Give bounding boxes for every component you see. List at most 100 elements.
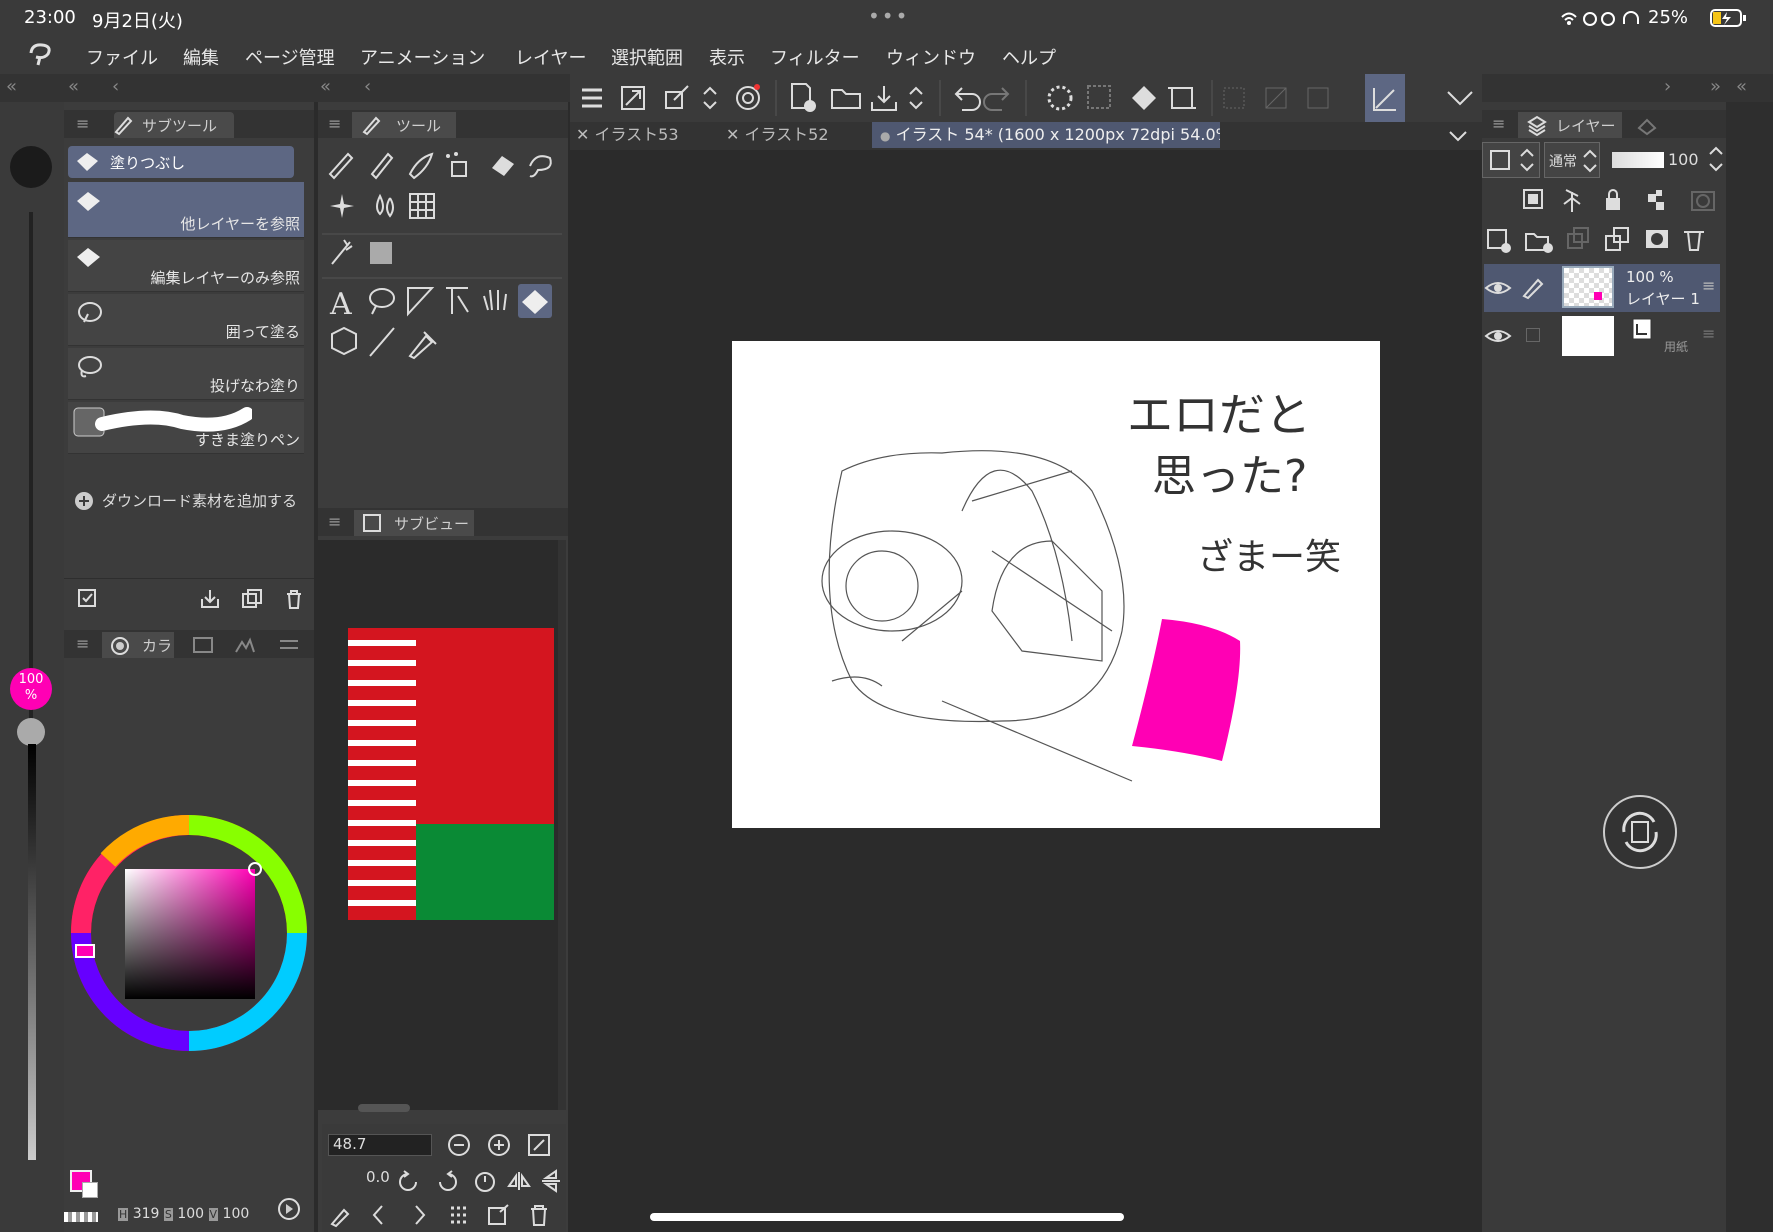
multitask-dots-icon[interactable]: •••: [868, 4, 909, 28]
brush-size-slider[interactable]: [29, 212, 33, 742]
rotate-left-icon[interactable]: [396, 1168, 422, 1194]
chevron-right-icon[interactable]: ›: [1664, 76, 1671, 97]
canvas-text-3: ざまー笑: [1197, 537, 1341, 578]
tabs-dropdown-icon[interactable]: [1446, 126, 1470, 146]
collapse-right-icon[interactable]: »: [1710, 76, 1721, 97]
rotate-right-icon[interactable]: [434, 1168, 460, 1194]
reset-rotation-icon[interactable]: [472, 1168, 498, 1194]
color-set-tab-icon[interactable]: [192, 636, 214, 654]
layer-menu-icon[interactable]: ≡: [1702, 276, 1715, 295]
eye-icon[interactable]: [1482, 272, 1514, 304]
chevron-left-icon[interactable]: ‹: [364, 76, 371, 97]
copy-layer-icon: [1605, 227, 1629, 251]
panel-menu-icon[interactable]: ≡: [1492, 114, 1505, 133]
zoom-out-icon[interactable]: [446, 1132, 472, 1158]
menu-page[interactable]: ページ管理: [245, 44, 335, 70]
layer-row-1[interactable]: 100 % レイヤー 1 ≡: [1484, 264, 1720, 312]
headphones-icon: [1623, 11, 1639, 24]
hsv-v-value: 100: [222, 1206, 250, 1222]
eyedropper-icon[interactable]: [328, 1202, 354, 1228]
close-tab-icon[interactable]: ✕: [726, 125, 739, 144]
subtool-group[interactable]: 塗りつぶし: [68, 146, 294, 178]
panel-menu-icon[interactable]: ≡: [76, 114, 89, 133]
flip-horizontal-icon[interactable]: [506, 1168, 532, 1194]
subview-hscrollbar[interactable]: [358, 1104, 410, 1112]
opacity-stepper-icon[interactable]: [1708, 144, 1724, 174]
sub-color-swatch[interactable]: [82, 1182, 98, 1198]
fit-view-icon[interactable]: [526, 1132, 552, 1158]
subtool-item-gap-pen[interactable]: すきま塗りペン: [68, 402, 304, 454]
collapse-left-icon[interactable]: «: [1736, 76, 1747, 97]
subtool-item-enclose[interactable]: 囲って塗る: [68, 294, 304, 346]
blend-mode-label: 通常: [1549, 154, 1577, 170]
app-logo-icon[interactable]: [26, 41, 56, 69]
doc-tab-52[interactable]: ✕ イラスト52: [726, 122, 866, 148]
duplicate-icon[interactable]: [240, 587, 264, 611]
zoom-in-icon[interactable]: [486, 1132, 512, 1158]
grid-view-icon[interactable]: [446, 1202, 472, 1228]
flip-vertical-icon[interactable]: [538, 1168, 564, 1194]
layer-property-tab-icon[interactable]: [1636, 116, 1658, 136]
redo-icon: [983, 87, 1010, 111]
layer-color-mode[interactable]: [1482, 142, 1540, 178]
layer-menu-icon[interactable]: ≡: [1702, 324, 1715, 343]
menu-file[interactable]: ファイル: [86, 44, 158, 70]
opacity-slider[interactable]: [28, 744, 36, 1160]
subtool-settings-icon[interactable]: [76, 587, 100, 611]
close-tab-icon[interactable]: ✕: [576, 125, 589, 144]
import-icon[interactable]: [198, 587, 222, 611]
subview-zoom-field[interactable]: 48.7: [328, 1134, 432, 1156]
opacity-slider-knob[interactable]: [17, 718, 45, 746]
panel-menu-icon[interactable]: ≡: [76, 634, 89, 653]
add-material-button[interactable]: ダウンロード素材を追加する: [74, 488, 310, 512]
trash-icon[interactable]: [526, 1202, 552, 1228]
canvas-paper[interactable]: エロだと 思った? ざまー笑: [732, 341, 1380, 828]
panel-menu-icon[interactable]: ≡: [328, 512, 341, 531]
transparent-color-swatch[interactable]: [64, 1212, 98, 1222]
menu-layer[interactable]: レイヤー: [515, 44, 586, 70]
menu-help[interactable]: ヘルプ: [1002, 44, 1056, 70]
menu-window[interactable]: ウィンドウ: [886, 44, 976, 70]
menu-animation[interactable]: アニメーション: [360, 44, 485, 70]
panel-menu-icon[interactable]: ≡: [328, 114, 341, 133]
trash-icon[interactable]: [282, 587, 306, 611]
menu-selection[interactable]: 選択範囲: [611, 44, 683, 70]
chevron-left-icon[interactable]: ‹: [112, 76, 119, 97]
collapse-left-icon[interactable]: «: [6, 76, 17, 97]
subtool-item-lasso[interactable]: 投げなわ塗り: [68, 348, 304, 400]
home-indicator[interactable]: [650, 1213, 1124, 1221]
collapse-left-icon[interactable]: «: [68, 76, 79, 97]
prev-image-icon[interactable]: [366, 1202, 392, 1228]
subtool-tab[interactable]: サブツール: [142, 115, 217, 136]
intermediate-color-tab-icon[interactable]: [234, 636, 256, 654]
menu-edit[interactable]: 編集: [183, 44, 219, 70]
lock-icon: [1606, 189, 1620, 210]
subtool-item-refer-other[interactable]: 他レイヤーを参照: [68, 182, 304, 238]
subview-scrollbar[interactable]: [558, 540, 566, 1110]
doc-tab-54-active[interactable]: ● イラスト 54* (1600 x 1200px 72dpi 54.0%): [872, 122, 1220, 148]
rotation-lock-button-icon[interactable]: [1602, 794, 1678, 870]
color-slider-tab-icon[interactable]: [278, 636, 300, 654]
subtool-item-refer-edit[interactable]: 編集レイヤーのみ参照: [68, 240, 304, 292]
subview-tab[interactable]: サブビュー: [394, 513, 469, 534]
menu-view[interactable]: 表示: [709, 44, 745, 70]
command-bar: [570, 74, 1482, 122]
doc-tab-53[interactable]: ✕ イラスト53: [576, 122, 716, 148]
next-image-icon[interactable]: [406, 1202, 432, 1228]
blend-mode-select[interactable]: 通常: [1544, 142, 1600, 178]
subview-image[interactable]: [318, 540, 558, 1110]
subtool-header: ≡ サブツール: [64, 110, 314, 138]
collapse-left-icon[interactable]: «: [320, 76, 331, 97]
eye-icon[interactable]: [1482, 320, 1514, 352]
color-wheel[interactable]: [68, 810, 310, 1080]
edit-target-checkbox[interactable]: [1526, 328, 1540, 342]
color-tab[interactable]: カラ: [142, 635, 172, 656]
color-mode-toggle-icon[interactable]: [276, 1196, 302, 1222]
layer-row-paper[interactable]: 用紙 ≡: [1484, 312, 1720, 360]
layer-opacity-slider[interactable]: [1612, 152, 1664, 168]
import-image-icon[interactable]: [486, 1202, 512, 1228]
tool-tab[interactable]: ツール: [396, 115, 441, 136]
menu-filter[interactable]: フィルター: [770, 44, 860, 70]
layer-tab[interactable]: レイヤー: [1556, 115, 1616, 136]
edit-target-pen-icon[interactable]: [1520, 274, 1546, 300]
